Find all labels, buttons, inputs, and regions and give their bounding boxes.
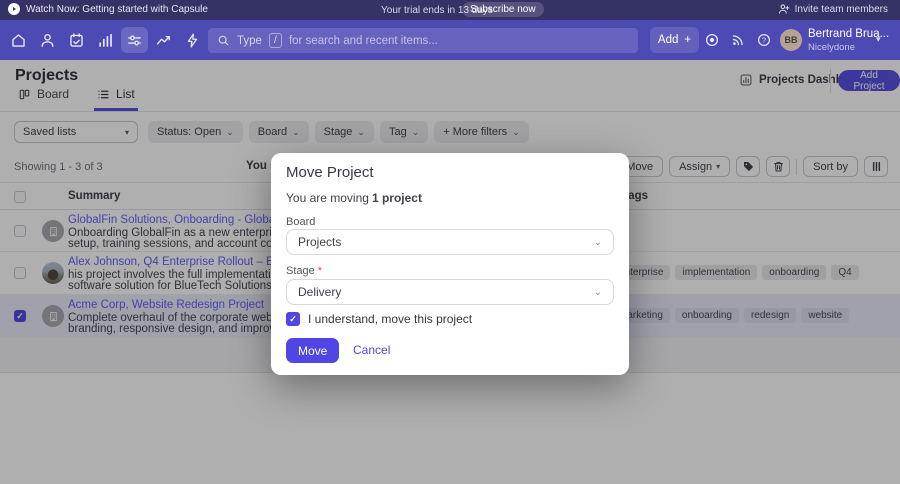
search-placeholder: for search and recent items...: [289, 35, 438, 47]
nav-icon-group: [5, 27, 206, 53]
help-icon[interactable]: ?: [756, 32, 772, 48]
avatar[interactable]: BB: [780, 29, 802, 51]
stage-select[interactable]: Delivery ⌄: [286, 279, 614, 305]
check-icon: ✓: [289, 314, 297, 325]
watch-now-label: Watch Now: Getting started with Capsule: [26, 4, 208, 15]
broadcast-icon[interactable]: [730, 32, 746, 48]
slash-key-hint: /: [269, 33, 282, 48]
watch-now-link[interactable]: Watch Now: Getting started with Capsule: [8, 3, 208, 15]
chevron-down-icon: ⌄: [594, 237, 602, 248]
move-project-modal: Move Project You are moving1 project Boa…: [271, 153, 629, 375]
confirm-row: ✓ I understand, move this project: [286, 312, 472, 326]
add-button[interactable]: Add +: [650, 27, 699, 53]
board-select[interactable]: Projects ⌄: [286, 229, 614, 255]
trend-line-icon[interactable]: [150, 27, 177, 53]
avatar-initials: BB: [785, 35, 798, 45]
stage-label: Stage*: [286, 265, 322, 277]
plus-icon: +: [684, 34, 691, 46]
modal-cancel-button[interactable]: Cancel: [353, 343, 390, 357]
board-label: Board: [286, 216, 315, 228]
search-icon: [217, 34, 230, 47]
subscribe-now-button[interactable]: Subscribe now: [462, 2, 544, 17]
invite-team-members-link[interactable]: Invite team members: [778, 3, 888, 15]
moving-count: 1 project: [372, 191, 422, 205]
target-icon[interactable]: [704, 32, 720, 48]
search-type-label: Type: [237, 35, 262, 47]
invite-label: Invite team members: [795, 4, 888, 15]
modal-moving-note: You are moving1 project: [286, 191, 422, 205]
chevron-down-icon[interactable]: ▾: [876, 34, 881, 45]
play-icon: [8, 3, 20, 15]
confirm-checkbox-checked[interactable]: ✓: [286, 312, 300, 326]
required-mark: *: [318, 265, 322, 277]
confirm-label: I understand, move this project: [308, 312, 472, 326]
stage-label-text: Stage: [286, 265, 315, 277]
modal-move-button[interactable]: Move: [286, 338, 339, 363]
people-icon[interactable]: [34, 27, 61, 53]
person-plus-icon: [778, 3, 790, 15]
lightning-bolt-icon[interactable]: [179, 27, 206, 53]
svg-text:?: ?: [762, 36, 766, 45]
projects-icon[interactable]: [121, 27, 148, 53]
moving-prefix: You are moving: [286, 191, 369, 205]
chevron-down-icon: ⌄: [594, 287, 602, 298]
stage-select-value: Delivery: [298, 285, 341, 299]
bar-chart-icon[interactable]: [92, 27, 119, 53]
home-icon[interactable]: [5, 27, 32, 53]
search-input[interactable]: Type / for search and recent items...: [208, 28, 638, 53]
main-navbar: Type / for search and recent items... Ad…: [0, 20, 900, 60]
board-select-value: Projects: [298, 235, 341, 249]
trial-banner: Watch Now: Getting started with Capsule …: [0, 0, 900, 20]
modal-title: Move Project: [286, 164, 374, 181]
add-label: Add: [658, 34, 678, 46]
calendar-icon[interactable]: [63, 27, 90, 53]
